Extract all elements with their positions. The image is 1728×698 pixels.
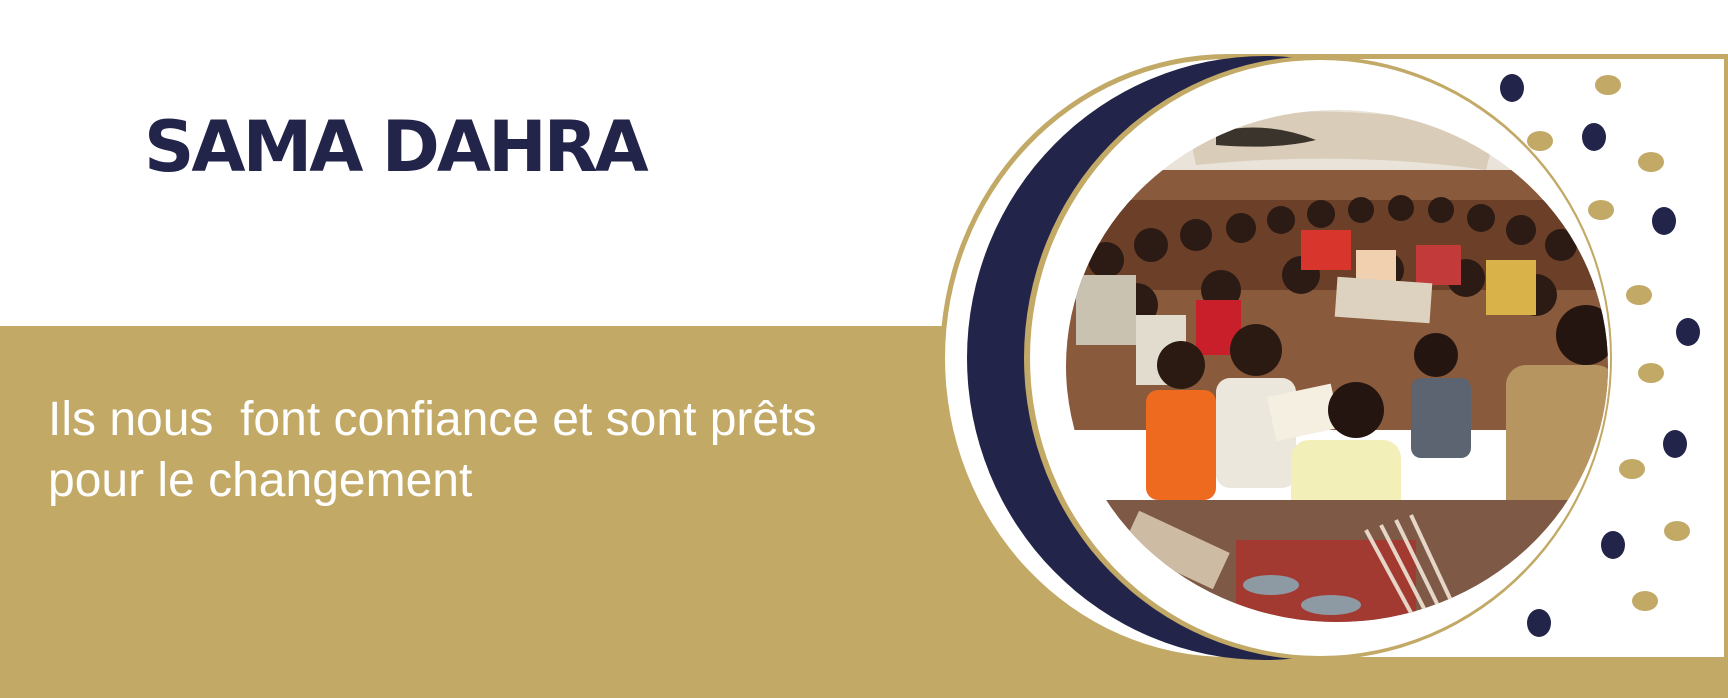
children-photo: [1066, 110, 1608, 622]
hero-banner: SAMA DAHRA Ils nous font confiance et so…: [0, 0, 1728, 698]
